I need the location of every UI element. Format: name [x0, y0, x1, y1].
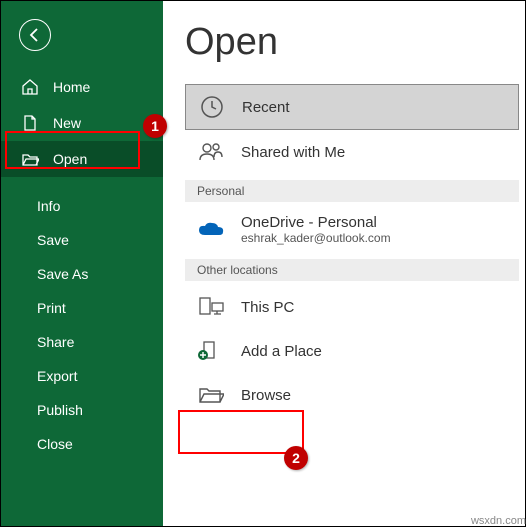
location-shared[interactable]: Shared with Me [185, 130, 519, 174]
back-arrow-icon [27, 27, 43, 43]
section-other: Other locations [185, 259, 519, 281]
nav-share[interactable]: Share [1, 325, 163, 359]
folder-open-icon [198, 385, 224, 405]
nav-label: Info [37, 198, 60, 214]
location-browse[interactable]: Browse [185, 373, 519, 417]
location-email: eshrak_kader@outlook.com [241, 231, 391, 245]
clock-icon [200, 95, 224, 119]
home-icon [21, 78, 39, 96]
folder-open-icon [21, 150, 39, 168]
location-label: Browse [241, 387, 291, 404]
people-icon [198, 140, 224, 164]
add-place-icon [198, 340, 224, 362]
location-label: Add a Place [241, 343, 322, 360]
nav-label: Open [53, 151, 87, 167]
nav-label: New [53, 115, 81, 131]
nav-label: Export [37, 368, 77, 384]
section-personal: Personal [185, 180, 519, 202]
watermark: wsxdn.com [471, 515, 526, 527]
location-label: Recent [242, 99, 290, 116]
location-onedrive[interactable]: OneDrive - Personal eshrak_kader@outlook… [185, 206, 519, 253]
main-panel: Open Recent Shared with Me Personal OneD… [163, 1, 525, 526]
backstage-sidebar: Home New Open Info Save Save As Print Sh… [1, 1, 163, 526]
callout-1: 1 [143, 114, 167, 138]
page-title: Open [185, 21, 525, 64]
location-recent[interactable]: Recent [185, 84, 519, 130]
nav-label: Print [37, 300, 66, 316]
new-doc-icon [21, 114, 39, 132]
back-button[interactable] [19, 19, 51, 51]
location-add-place[interactable]: Add a Place [185, 329, 519, 373]
nav-save[interactable]: Save [1, 223, 163, 257]
nav-open[interactable]: Open [1, 141, 163, 177]
nav-new[interactable]: New [1, 105, 163, 141]
nav-export[interactable]: Export [1, 359, 163, 393]
nav-publish[interactable]: Publish [1, 393, 163, 427]
nav-save-as[interactable]: Save As [1, 257, 163, 291]
nav-label: Publish [37, 402, 83, 418]
nav-info[interactable]: Info [1, 189, 163, 223]
this-pc-icon [198, 296, 224, 318]
nav-label: Save As [37, 266, 88, 282]
nav-print[interactable]: Print [1, 291, 163, 325]
nav-label: Save [37, 232, 69, 248]
location-label: Shared with Me [241, 144, 345, 161]
callout-2: 2 [284, 446, 308, 470]
nav-close[interactable]: Close [1, 427, 163, 461]
nav-label: Home [53, 79, 90, 95]
nav-label: Share [37, 334, 74, 350]
onedrive-icon [197, 221, 225, 239]
nav-home[interactable]: Home [1, 69, 163, 105]
location-this-pc[interactable]: This PC [185, 285, 519, 329]
location-label: This PC [241, 299, 294, 316]
location-label: OneDrive - Personal [241, 214, 391, 231]
nav-label: Close [37, 436, 73, 452]
